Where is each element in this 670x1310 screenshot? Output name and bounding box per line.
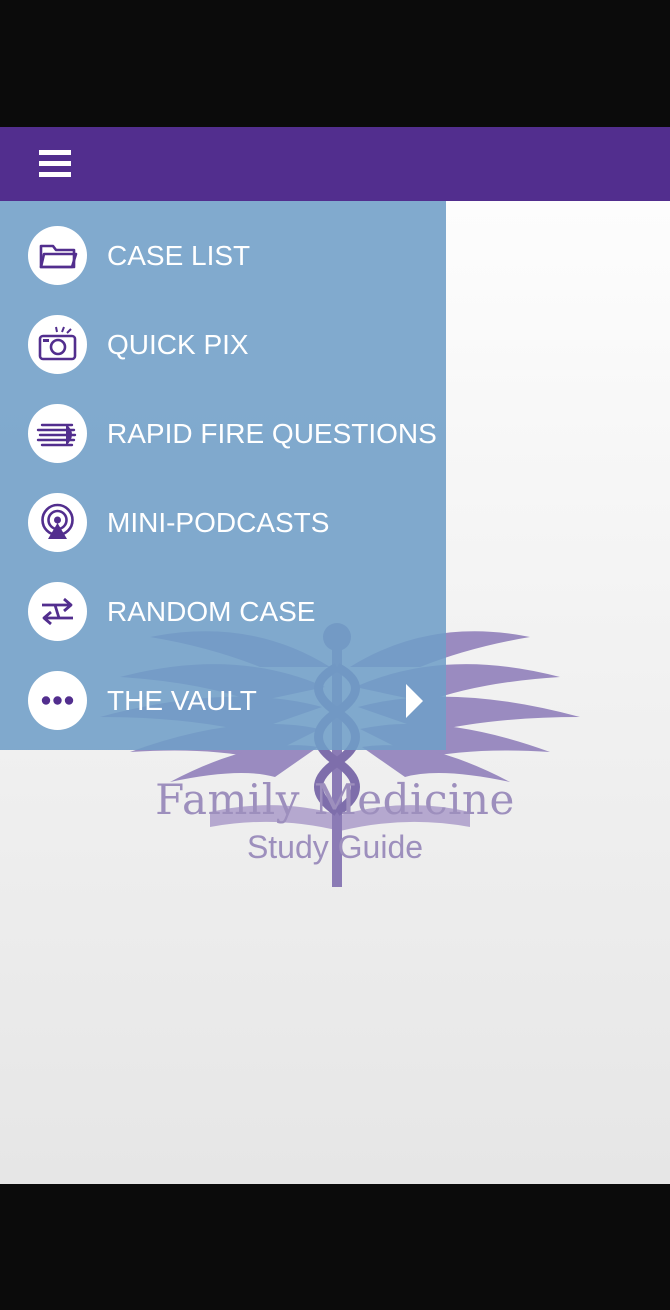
navigation-drawer: CASE LIST QUICK PIX RAPID FIRE QUESTIONS…	[0, 201, 446, 750]
logo-title: Family Medicine	[155, 775, 515, 824]
menu-item-label: RANDOM CASE	[107, 596, 316, 627]
system-navigation-bar	[0, 1184, 670, 1310]
hamburger-icon[interactable]	[36, 147, 74, 181]
more-dots-icon	[28, 671, 87, 730]
podcast-icon	[28, 493, 87, 552]
menu-item-label: CASE LIST	[107, 240, 251, 271]
shuffle-icon	[28, 582, 87, 641]
top-app-bar	[0, 127, 670, 201]
menu-item-random-case[interactable]: RANDOM CASE	[0, 567, 446, 656]
camera-icon	[28, 315, 87, 374]
menu-item-the-vault[interactable]: THE VAULT	[0, 656, 446, 745]
menu-item-label: THE VAULT	[107, 685, 257, 716]
chevron-right-icon[interactable]	[406, 684, 423, 718]
app-screen: Family Medicine Study Guide CASE LIST QU…	[0, 127, 670, 1184]
menu-item-mini-podcasts[interactable]: MINI-PODCASTS	[0, 478, 446, 567]
speed-lines-icon	[28, 404, 87, 463]
menu-item-label: MINI-PODCASTS	[107, 507, 330, 538]
menu-item-label: QUICK PIX	[107, 329, 249, 360]
folder-icon	[28, 226, 87, 285]
status-bar	[0, 0, 670, 127]
logo-subtitle: Study Guide	[246, 829, 424, 865]
menu-item-case-list[interactable]: CASE LIST	[0, 211, 446, 300]
menu-item-label: RAPID FIRE QUESTIONS	[107, 418, 437, 449]
menu-item-quick-pix[interactable]: QUICK PIX	[0, 300, 446, 389]
menu-item-rapid-fire-questions[interactable]: RAPID FIRE QUESTIONS	[0, 389, 446, 478]
